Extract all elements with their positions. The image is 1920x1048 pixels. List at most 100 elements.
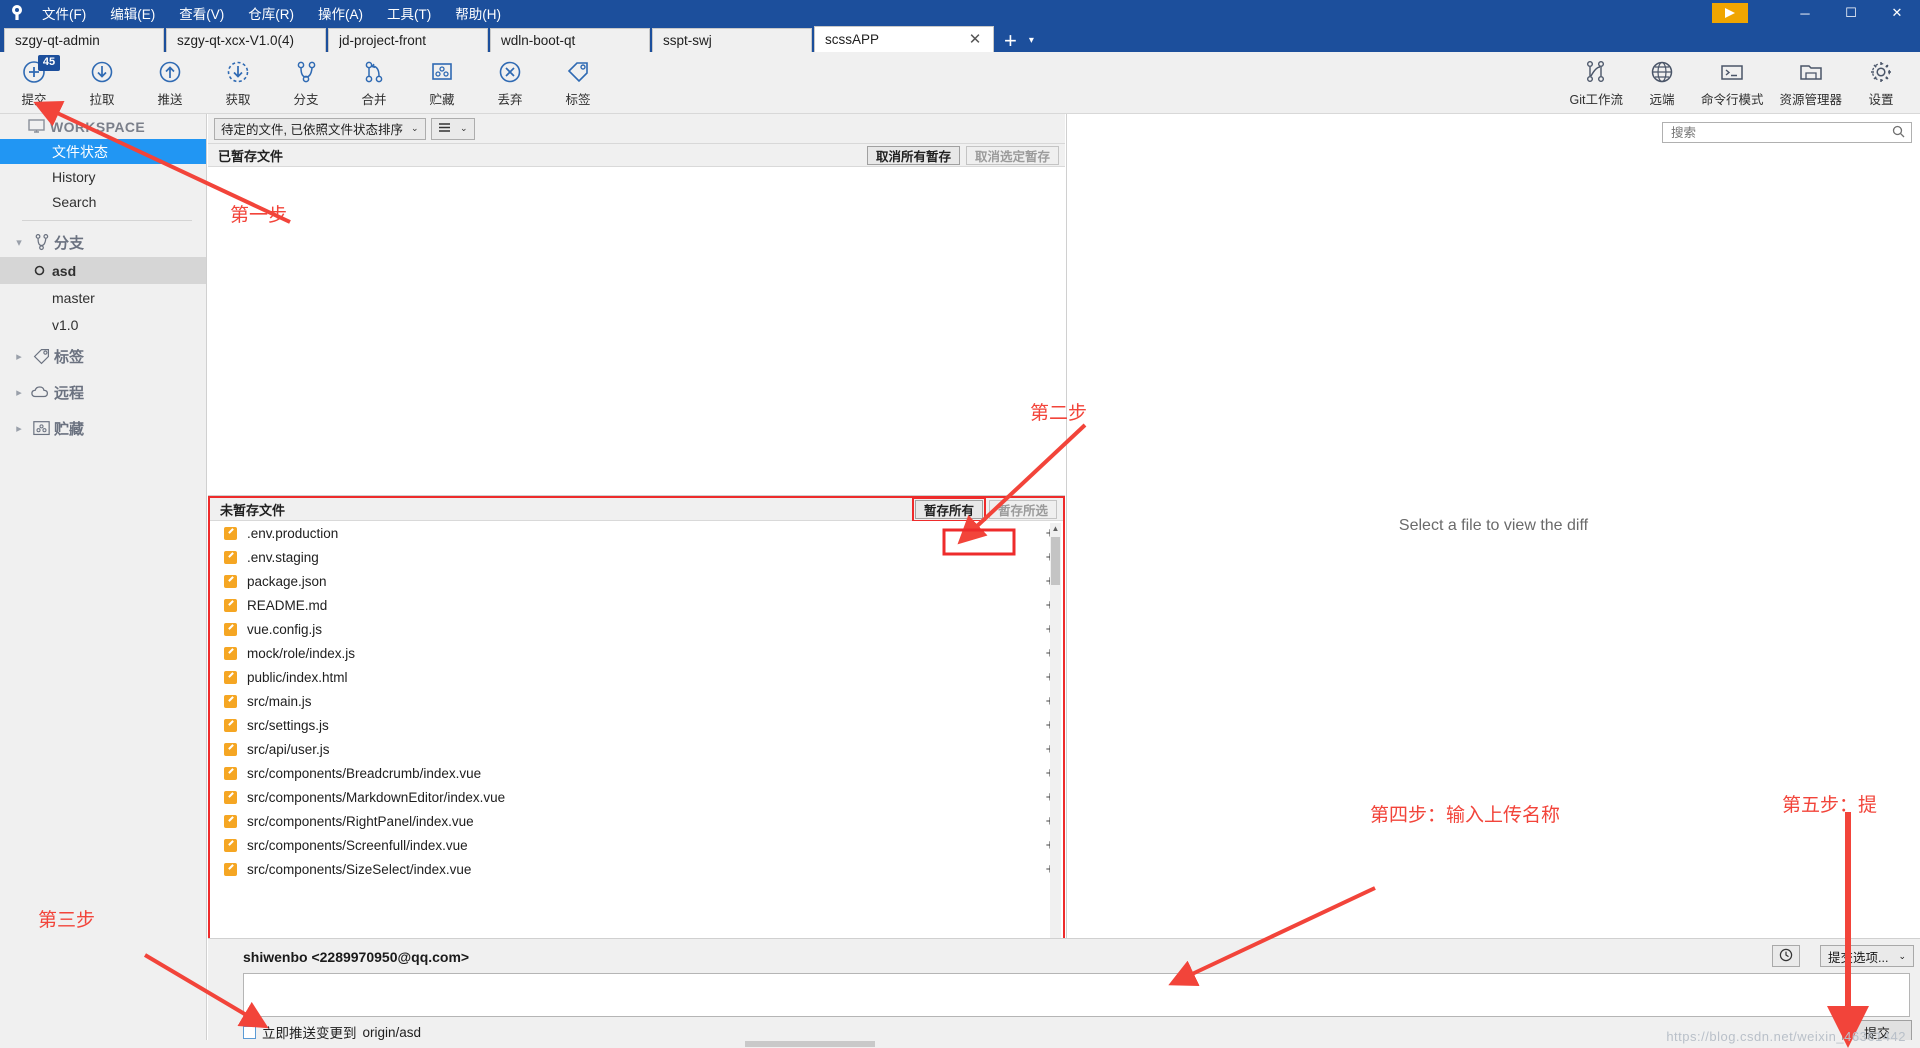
push-immediately-checkbox[interactable]	[243, 1025, 256, 1039]
merge-icon	[361, 58, 387, 86]
menu-file[interactable]: 文件(F)	[40, 1, 88, 25]
horizontal-scrollbar-thumb[interactable]	[745, 1041, 875, 1047]
push-immediately-row[interactable]: 立即推送变更到 origin/asd	[243, 1022, 421, 1042]
file-path-label: src/components/Breadcrumb/index.vue	[247, 765, 482, 781]
unstage-all-button[interactable]: 取消所有暂存	[866, 145, 960, 165]
stage-selected-button[interactable]: 暂存所选	[988, 499, 1057, 519]
sidebar-item-file-status[interactable]: 文件状态	[0, 139, 206, 164]
scrollbar-thumb[interactable]	[1051, 537, 1060, 585]
clock-icon	[1779, 948, 1793, 965]
sidebar-branch-v1-0[interactable]: v1.0	[0, 311, 206, 338]
menu-actions[interactable]: 操作(A)	[316, 1, 365, 25]
menu-tools[interactable]: 工具(T)	[385, 1, 433, 25]
file-row[interactable]: src/components/RightPanel/index.vue+	[210, 809, 1063, 833]
discard-icon	[497, 58, 523, 86]
menu-view[interactable]: 查看(V)	[177, 1, 226, 25]
staged-files-panel: 已暂存文件 取消所有暂存 取消选定暂存	[208, 144, 1065, 496]
stage-all-button[interactable]: 暂存所有	[911, 496, 986, 522]
tab-wdln-boot-qt[interactable]: wdln-boot-qt	[490, 28, 650, 52]
sidebar-group-remotes[interactable]: ▸ 远程	[0, 374, 206, 410]
tab-list-chevron-down-icon[interactable]: ▾	[1025, 35, 1042, 52]
tab-close-icon[interactable]: ✕	[967, 32, 983, 47]
sort-order-dropdown[interactable]: 待定的文件, 已依照文件状态排序 ⌄	[214, 117, 426, 140]
file-path-label: package.json	[247, 573, 327, 589]
chevron-down-icon[interactable]: ▾	[10, 236, 28, 249]
sidebar-group-branches[interactable]: ▾ 分支	[0, 227, 206, 257]
toolbar-stash-button[interactable]: 贮藏	[408, 53, 476, 113]
toolbar-settings-button[interactable]: 设置	[1850, 53, 1912, 113]
toolbar-gitflow-button[interactable]: Git工作流	[1561, 53, 1630, 113]
file-row[interactable]: src/components/MarkdownEditor/index.vue+	[210, 785, 1063, 809]
file-row[interactable]: public/index.html+	[210, 665, 1063, 689]
annotation-step5: 第五步：提	[1782, 794, 1878, 816]
file-row[interactable]: README.md+	[210, 593, 1063, 617]
window-minimize-button[interactable]: ─	[1782, 0, 1828, 26]
menu-edit[interactable]: 编辑(E)	[108, 1, 157, 25]
chevron-right-icon[interactable]: ▸	[10, 386, 28, 399]
diff-placeholder-message: Select a file to view the diff	[1398, 517, 1589, 534]
menu-repository[interactable]: 仓库(R)	[246, 1, 296, 25]
window-maximize-button[interactable]: ☐	[1828, 0, 1874, 26]
file-row[interactable]: src/components/Breadcrumb/index.vue+	[210, 761, 1063, 785]
commit-history-button[interactable]	[1772, 945, 1800, 967]
file-path-label: vue.config.js	[247, 621, 323, 637]
toolbar-terminal-button[interactable]: 命令行模式	[1693, 53, 1772, 113]
toolbar-fetch-button[interactable]: 获取	[204, 53, 272, 113]
file-row[interactable]: src/components/SizeSelect/index.vue+	[210, 857, 1063, 881]
toolbar-commit-button[interactable]: 45 提交	[0, 53, 68, 113]
sidebar-branch-asd[interactable]: asd	[0, 257, 206, 284]
menu-help[interactable]: 帮助(H)	[453, 1, 503, 25]
tab-sspt-swj[interactable]: sspt-swj	[652, 28, 812, 52]
file-path-label: mock/role/index.js	[247, 645, 356, 661]
sidebar-group-tags[interactable]: ▸ 标签	[0, 338, 206, 374]
toolbar-right-group: Git工作流 远端 命令行模式 资源管理器 设置	[1561, 52, 1912, 114]
toolbar-merge-button[interactable]: 合并	[340, 53, 408, 113]
search-input[interactable]	[1669, 124, 1892, 141]
unstage-selected-button[interactable]: 取消选定暂存	[965, 145, 1059, 165]
scroll-up-icon[interactable]: ▲	[1050, 523, 1061, 535]
sidebar-item-history[interactable]: History	[0, 164, 206, 189]
file-row[interactable]: mock/role/index.js+	[210, 641, 1063, 665]
new-tab-button[interactable]: +	[996, 30, 1025, 52]
file-row[interactable]: src/main.js+	[210, 689, 1063, 713]
tab-szgy-qt-xcx[interactable]: szgy-qt-xcx-V1.0(4)	[166, 28, 326, 52]
chevron-right-icon[interactable]: ▸	[10, 350, 28, 363]
view-mode-dropdown[interactable]: ⌄	[430, 117, 475, 140]
branch-label: master	[52, 289, 95, 306]
window-close-button[interactable]: ✕	[1874, 0, 1920, 26]
file-row[interactable]: .env.staging+	[210, 545, 1063, 569]
annotation-step3: 第三步	[38, 909, 96, 931]
commit-options-dropdown[interactable]: 提交选项... ⌄	[1820, 945, 1914, 967]
file-row[interactable]: .env.production+	[210, 521, 1063, 545]
staged-file-list[interactable]	[208, 167, 1065, 495]
file-row[interactable]: src/settings.js+	[210, 713, 1063, 737]
toolbar-tag-button[interactable]: 标签	[544, 53, 612, 113]
file-row[interactable]: src/components/Screenfull/index.vue+	[210, 833, 1063, 857]
file-row[interactable]: src/api/user.js+	[210, 737, 1063, 761]
toolbar-remote-button[interactable]: 远端	[1631, 53, 1693, 113]
sidebar-workspace-header[interactable]: WORKSPACE	[0, 114, 206, 139]
tab-jd-project-front[interactable]: jd-project-front	[328, 28, 488, 52]
sidebar-item-search[interactable]: Search	[0, 189, 206, 214]
sidebar-group-stashes[interactable]: ▸ 贮藏	[0, 410, 206, 446]
tab-scssapp[interactable]: scssAPP ✕	[814, 26, 994, 52]
tab-szgy-qt-admin[interactable]: szgy-qt-admin	[4, 28, 164, 52]
commit-message-input[interactable]	[243, 973, 1910, 1017]
run-indicator-icon[interactable]	[1712, 3, 1748, 23]
toolbar-branch-button[interactable]: 分支	[272, 53, 340, 113]
horizontal-scrollbar[interactable]	[0, 1040, 1920, 1048]
commit-box: shiwenbo <2289970950@qq.com> 提交选项... ⌄ 立…	[208, 938, 1920, 1048]
toolbar-pull-button[interactable]: 拉取	[68, 53, 136, 113]
search-box[interactable]	[1662, 122, 1912, 143]
sidebar: WORKSPACE 文件状态 History Search ▾ 分支 asd m…	[0, 114, 207, 1048]
chevron-right-icon[interactable]: ▸	[10, 422, 28, 435]
file-row[interactable]: vue.config.js+	[210, 617, 1063, 641]
toolbar-push-button[interactable]: 推送	[136, 53, 204, 113]
file-row[interactable]: package.json+	[210, 569, 1063, 593]
toolbar-discard-button[interactable]: 丢弃	[476, 53, 544, 113]
sidebar-branch-master[interactable]: master	[0, 284, 206, 311]
file-path-label: src/components/MarkdownEditor/index.vue	[247, 789, 506, 805]
sidebar-group-label: 贮藏	[54, 420, 85, 438]
toolbar-explorer-button[interactable]: 资源管理器	[1771, 53, 1850, 113]
modified-file-icon	[224, 694, 237, 708]
